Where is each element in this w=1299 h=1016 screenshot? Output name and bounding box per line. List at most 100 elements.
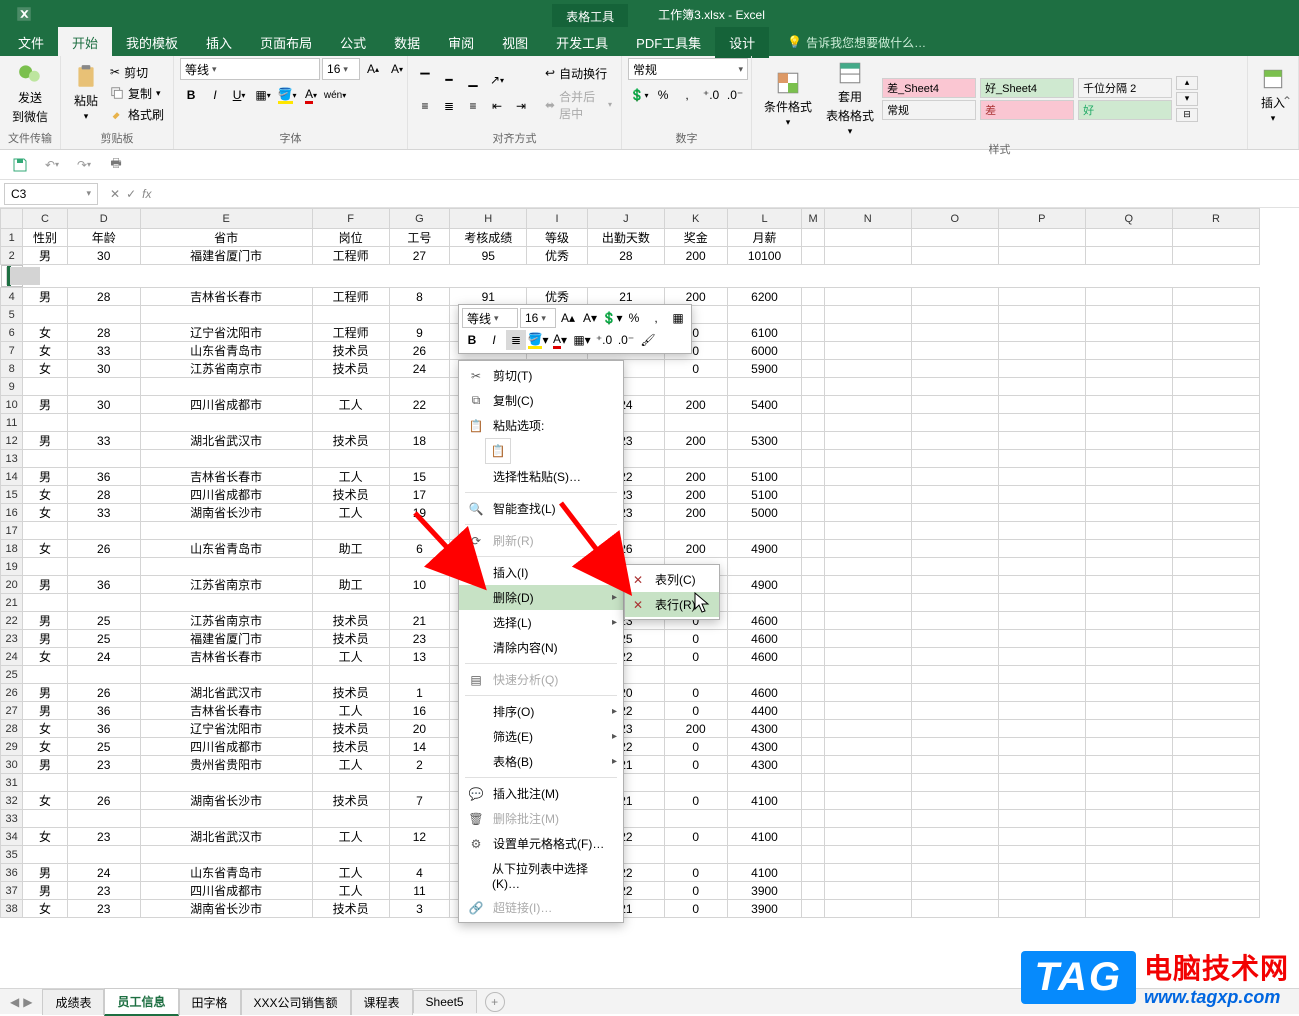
- cell[interactable]: [664, 846, 727, 864]
- cell[interactable]: 男: [23, 756, 68, 774]
- cell[interactable]: [824, 432, 911, 450]
- cell[interactable]: [824, 882, 911, 900]
- cell[interactable]: [824, 306, 911, 324]
- cell[interactable]: [1085, 666, 1172, 684]
- cell[interactable]: [998, 360, 1085, 378]
- cell[interactable]: 男: [23, 468, 68, 486]
- cell[interactable]: [802, 630, 824, 648]
- cell[interactable]: [389, 810, 450, 828]
- header-cell[interactable]: 考核成绩: [450, 229, 527, 247]
- cell[interactable]: [1172, 648, 1259, 666]
- cell[interactable]: [1172, 792, 1259, 810]
- tab-layout[interactable]: 页面布局: [246, 27, 326, 58]
- cell[interactable]: [1172, 522, 1259, 540]
- cell[interactable]: [802, 396, 824, 414]
- cell[interactable]: 4600: [727, 648, 802, 666]
- cell[interactable]: 200: [664, 288, 727, 306]
- row-header[interactable]: 4: [1, 288, 23, 306]
- cell[interactable]: [1085, 540, 1172, 558]
- font-name-select[interactable]: 等线▾: [180, 58, 320, 80]
- cell[interactable]: 36: [67, 576, 140, 594]
- cell[interactable]: [802, 774, 824, 792]
- cell[interactable]: [998, 247, 1085, 265]
- cell[interactable]: 4600: [727, 684, 802, 702]
- cell[interactable]: 技术员: [312, 612, 389, 630]
- grow-font-button[interactable]: A▴: [362, 58, 384, 80]
- cell[interactable]: [802, 504, 824, 522]
- cell[interactable]: [802, 360, 824, 378]
- cell[interactable]: [911, 828, 998, 846]
- style-bad[interactable]: 差: [980, 100, 1074, 120]
- cell[interactable]: [140, 666, 312, 684]
- column-header[interactable]: C: [23, 209, 68, 229]
- cell[interactable]: [802, 756, 824, 774]
- insert-function-button[interactable]: fx: [142, 187, 151, 201]
- column-header[interactable]: [1, 209, 23, 229]
- cell[interactable]: 5400: [727, 396, 802, 414]
- header-cell[interactable]: 出勤天数: [587, 229, 664, 247]
- cell[interactable]: [23, 846, 68, 864]
- cell[interactable]: [1085, 342, 1172, 360]
- sheet-tab-sales[interactable]: XXX公司销售额: [241, 989, 351, 1015]
- cell[interactable]: 15: [389, 468, 450, 486]
- cell[interactable]: [1172, 864, 1259, 882]
- collapse-ribbon-button[interactable]: ⌃: [1277, 56, 1297, 146]
- cell[interactable]: [1085, 486, 1172, 504]
- style-normal[interactable]: 常规: [882, 100, 976, 120]
- cell[interactable]: [824, 450, 911, 468]
- cell[interactable]: [824, 414, 911, 432]
- cell[interactable]: 女: [23, 720, 68, 738]
- sheet-tab-sheet5[interactable]: Sheet5: [413, 990, 477, 1013]
- cell[interactable]: 21: [587, 288, 664, 306]
- enter-formula-button[interactable]: ✓: [126, 187, 136, 201]
- cell[interactable]: [389, 558, 450, 576]
- cell[interactable]: 女: [23, 360, 68, 378]
- cell[interactable]: [824, 522, 911, 540]
- decrease-decimal-button[interactable]: .0⁻: [724, 84, 746, 106]
- cell[interactable]: [1085, 324, 1172, 342]
- cell[interactable]: [998, 810, 1085, 828]
- cell[interactable]: 女: [23, 324, 68, 342]
- cell[interactable]: [998, 468, 1085, 486]
- styles-scroll-up[interactable]: ▴: [1176, 76, 1198, 90]
- cell[interactable]: [727, 450, 802, 468]
- cell[interactable]: [824, 756, 911, 774]
- cell[interactable]: 0: [664, 684, 727, 702]
- cell[interactable]: 吉林省长春市: [140, 288, 312, 306]
- cell[interactable]: [389, 846, 450, 864]
- cell[interactable]: [727, 306, 802, 324]
- row-header[interactable]: 11: [1, 414, 23, 432]
- cell[interactable]: [389, 522, 450, 540]
- cell[interactable]: 工人: [312, 396, 389, 414]
- cell[interactable]: [911, 378, 998, 396]
- row-header[interactable]: 26: [1, 684, 23, 702]
- cell[interactable]: [23, 414, 68, 432]
- cell[interactable]: [1172, 540, 1259, 558]
- percent-button[interactable]: %: [652, 84, 674, 106]
- cell[interactable]: 28: [587, 247, 664, 265]
- cell[interactable]: [824, 792, 911, 810]
- mini-italic[interactable]: I: [484, 330, 504, 350]
- cell[interactable]: [911, 522, 998, 540]
- cell[interactable]: [23, 810, 68, 828]
- cell[interactable]: 23: [67, 828, 140, 846]
- cell[interactable]: 四川省成都市: [140, 486, 312, 504]
- cell[interactable]: [1085, 774, 1172, 792]
- cell[interactable]: [998, 324, 1085, 342]
- cell[interactable]: [802, 306, 824, 324]
- cell[interactable]: 3900: [727, 882, 802, 900]
- submenu-table-row[interactable]: ✕表行(R): [625, 592, 719, 617]
- cell[interactable]: [911, 774, 998, 792]
- cell[interactable]: [824, 828, 911, 846]
- cell[interactable]: 山东省青岛市: [140, 540, 312, 558]
- cell[interactable]: [824, 288, 911, 306]
- row-header[interactable]: 29: [1, 738, 23, 756]
- cell[interactable]: [1085, 229, 1172, 247]
- cell[interactable]: [312, 414, 389, 432]
- cell[interactable]: [312, 558, 389, 576]
- cell[interactable]: [1085, 414, 1172, 432]
- sheet-nav-next[interactable]: ▶: [23, 995, 32, 1009]
- ctx-sort[interactable]: 排序(O)▸: [459, 699, 623, 724]
- cell[interactable]: 女: [23, 828, 68, 846]
- tab-formula[interactable]: 公式: [326, 27, 380, 58]
